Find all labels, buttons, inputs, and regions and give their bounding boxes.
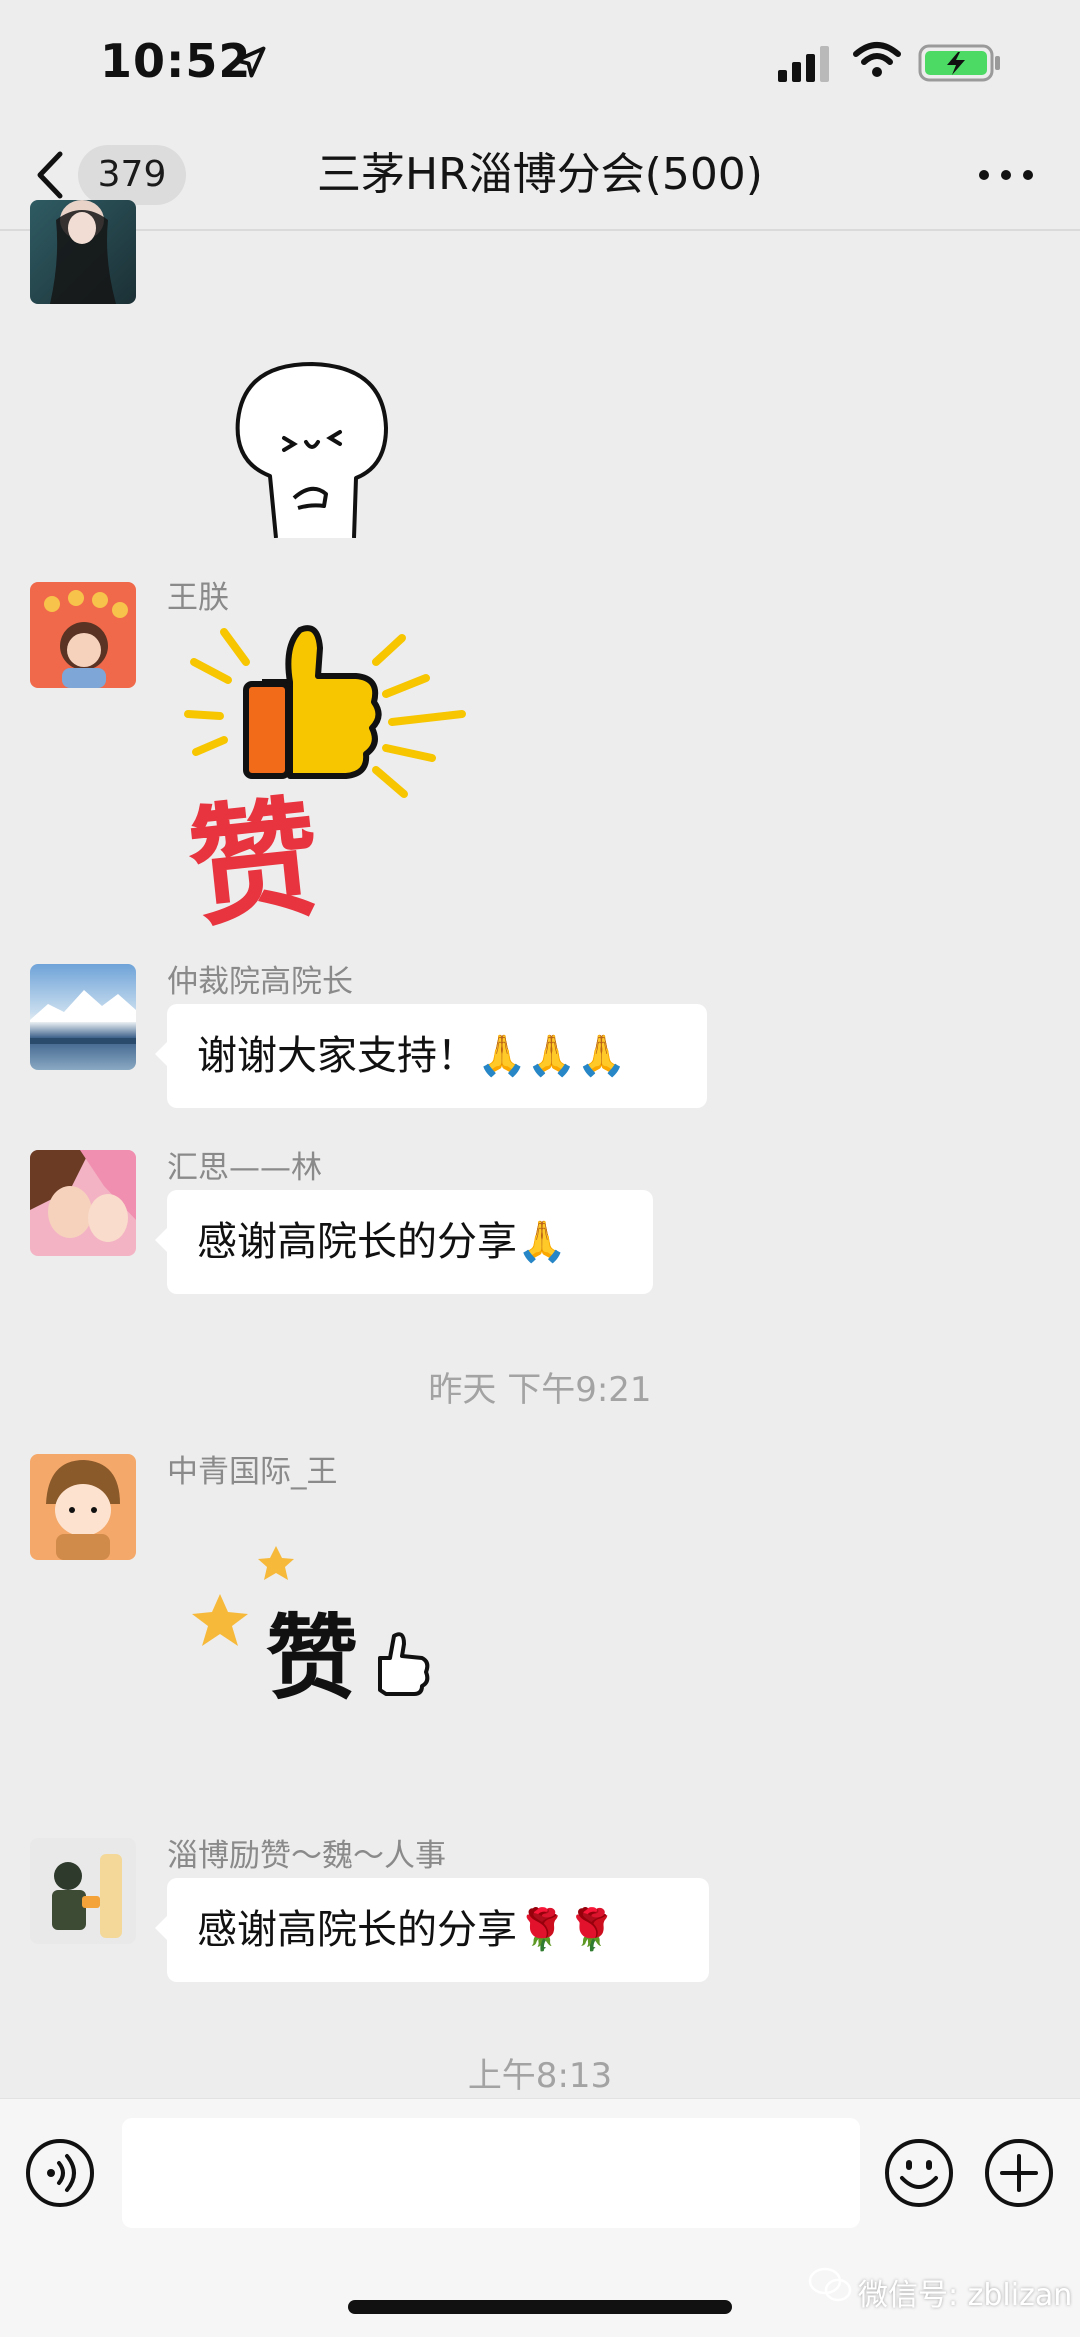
plus-icon[interactable]	[984, 2138, 1054, 2208]
voice-icon[interactable]	[25, 2138, 95, 2208]
emoji-icon[interactable]	[884, 2138, 954, 2208]
timestamp: 昨天 下午9:21	[428, 1370, 652, 1410]
avatar[interactable]	[30, 582, 136, 688]
avatar[interactable]	[30, 1838, 136, 1944]
location-arrow-icon	[234, 46, 266, 78]
battery-charging-icon	[918, 44, 1000, 82]
more-dots-icon[interactable]	[976, 160, 1036, 190]
message-text: 感谢高院长的分享🌹🌹	[197, 1907, 617, 1953]
stars-zan-sticker[interactable]: 赞	[190, 1540, 440, 1710]
cellular-signal-icon	[778, 46, 829, 82]
avatar[interactable]	[30, 200, 136, 304]
bubble-tail	[155, 1228, 167, 1252]
home-indicator	[348, 2300, 732, 2314]
message-bubble[interactable]: 谢谢大家支持！🙏🙏🙏	[155, 1004, 707, 1108]
unread-count-badge[interactable]: 379	[78, 145, 186, 205]
header-divider	[0, 229, 1080, 231]
status-time: 10:52	[100, 34, 252, 88]
avatar[interactable]	[30, 964, 136, 1070]
message-bubble[interactable]: 感谢高院长的分享🙏	[155, 1190, 653, 1294]
message-input[interactable]	[122, 2118, 860, 2228]
message-bubble[interactable]: 感谢高院长的分享🌹🌹	[155, 1878, 709, 1982]
sender-name: 中青国际_王	[167, 1454, 338, 1490]
zan-text: 赞	[182, 781, 327, 928]
sender-name: 仲裁院高院长	[167, 964, 353, 1000]
wifi-icon	[853, 42, 901, 77]
watermark-text: 微信号: zblizan	[858, 2278, 1073, 2313]
wechat-logo-icon	[808, 2267, 852, 2302]
bubble-tail	[155, 1916, 167, 1940]
zan-text: 赞	[266, 1605, 358, 1710]
cartoon-blob-sticker[interactable]	[228, 358, 398, 538]
sender-name: 王朕	[167, 580, 229, 616]
avatar[interactable]	[30, 1150, 136, 1256]
sender-name: 汇思——林	[167, 1150, 322, 1186]
bubble-tail	[155, 1042, 167, 1066]
avatar[interactable]	[30, 1454, 136, 1560]
timestamp: 上午8:13	[467, 2056, 613, 2096]
chat-title: 三茅HR淄博分会(500)	[317, 149, 763, 200]
thumbs-up-zan-sticker[interactable]: 赞	[180, 618, 470, 928]
message-text: 谢谢大家支持！🙏🙏🙏	[197, 1033, 627, 1079]
back-chevron-icon[interactable]	[30, 148, 70, 202]
sender-name: 淄博励赞～魏～人事	[167, 1838, 446, 1874]
message-text: 感谢高院长的分享🙏	[197, 1219, 567, 1265]
